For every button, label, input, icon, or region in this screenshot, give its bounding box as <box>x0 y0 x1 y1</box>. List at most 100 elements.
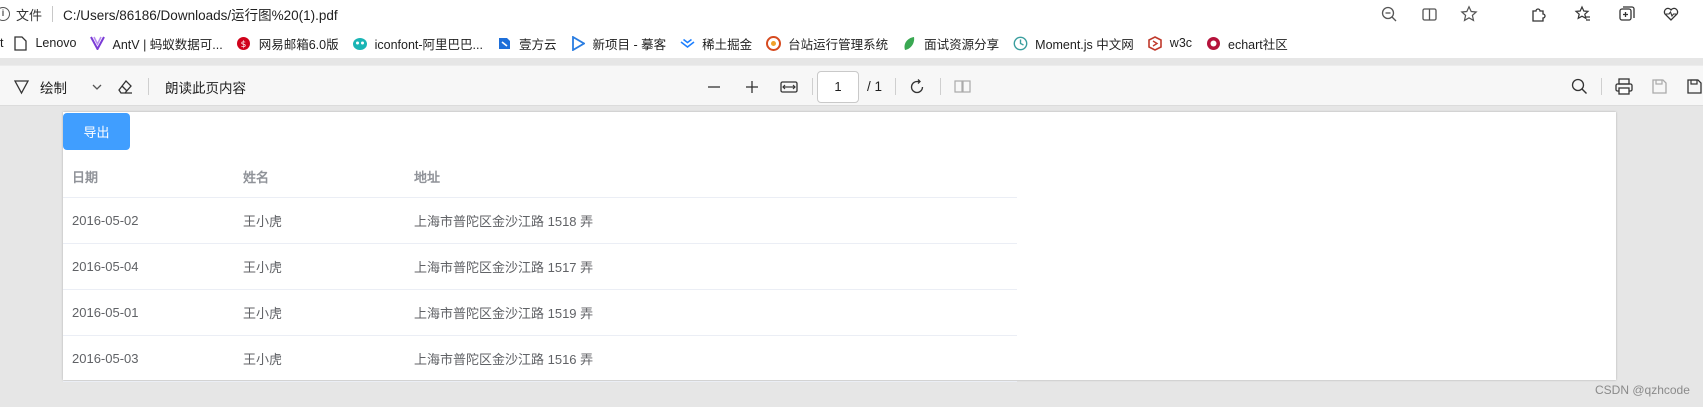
read-aloud-label: 朗读此页内容 <box>165 80 246 96</box>
url-field[interactable]: C:/Users/86186/Downloads/运行图%20(1).pdf <box>63 4 338 24</box>
bookmark-label: iconfont-阿里巴巴... <box>374 37 483 52</box>
pdf-page: 导出 日期 姓名 地址 2016-05-02 王小虎 上海市普陀区金沙江路 15… <box>63 112 1616 382</box>
save-icon <box>1652 79 1667 94</box>
bookmark-label: 网易邮箱6.0版 <box>258 37 339 52</box>
page-view-button[interactable] <box>954 66 971 107</box>
zoom-out-button[interactable] <box>707 66 721 107</box>
rotate-icon <box>910 78 924 93</box>
bookmark-label: 台站运行管理系统 <box>788 37 889 52</box>
cell-date: 2016-05-01 <box>63 289 234 336</box>
netease-mail-icon: $ <box>236 35 252 51</box>
leaf-logo-icon <box>901 35 917 51</box>
draw-options-dropdown[interactable] <box>88 66 106 107</box>
total-pages-label: / 1 <box>867 79 883 94</box>
favorites-icon[interactable] <box>1574 5 1592 23</box>
bookmark-5[interactable]: 新项目 - 摹客 <box>570 34 667 53</box>
print-icon <box>1615 78 1633 95</box>
browser-essentials-icon[interactable] <box>1662 5 1680 23</box>
column-header-name: 姓名 <box>234 156 405 198</box>
extensions-icon[interactable] <box>1530 5 1548 23</box>
bookmark-partial[interactable]: t <box>0 36 3 50</box>
watermark: CSDN @qzhcode <box>1595 383 1690 397</box>
plus-icon <box>746 80 758 93</box>
bookmark-0[interactable]: Lenovo <box>12 35 77 51</box>
page-number-value[interactable]: 1 <box>817 70 859 103</box>
draw-icon <box>12 78 30 96</box>
bookmark-4[interactable]: 壹方云 <box>496 34 557 53</box>
address-actions <box>1380 0 1478 28</box>
bookmark-8[interactable]: 面试资源分享 <box>901 34 999 53</box>
bookmark-label: AntV | 蚂蚁数据可... <box>112 37 223 52</box>
site-info-label: 文件 <box>16 7 43 23</box>
zoom-in-button[interactable] <box>745 66 759 107</box>
toolbar-divider <box>148 78 149 95</box>
browser-actions <box>1530 0 1680 28</box>
save-button[interactable] <box>1651 66 1668 107</box>
address-bar: i 文件 C:/Users/86186/Downloads/运行图%20(1).… <box>0 0 1703 28</box>
bookmark-label: Lenovo <box>35 36 77 50</box>
antv-logo-icon <box>90 35 106 51</box>
chevron-down-icon <box>88 78 106 96</box>
table-row: 2016-05-04 王小虎 上海市普陀区金沙江路 1517 弄 <box>63 243 1017 290</box>
toolbar-divider <box>895 78 896 95</box>
bookmark-9[interactable]: Moment.js 中文网 <box>1012 34 1134 53</box>
bookmark-2[interactable]: $ 网易邮箱6.0版 <box>236 34 339 53</box>
zoom-out-icon[interactable] <box>1380 5 1398 23</box>
cell-address: 上海市普陀区金沙江路 1518 弄 <box>405 197 1017 244</box>
info-icon: i <box>0 7 10 21</box>
bookmark-label: 新项目 - 摹客 <box>592 37 667 52</box>
bookmark-1[interactable]: AntV | 蚂蚁数据可... <box>90 34 223 53</box>
favorite-star-icon[interactable] <box>1460 5 1478 23</box>
cell-date: 2016-05-03 <box>63 335 234 382</box>
cell-address: 上海市普陀区金沙江路 1519 弄 <box>405 289 1017 336</box>
bookmark-11[interactable]: echart社区 <box>1205 34 1288 53</box>
cell-name: 王小虎 <box>234 289 405 336</box>
bookmark-3[interactable]: iconfont-阿里巴巴... <box>352 34 483 53</box>
immersive-reader-icon[interactable] <box>1420 5 1438 23</box>
collections-icon[interactable] <box>1618 5 1636 23</box>
fit-width-icon <box>780 80 798 93</box>
bookmark-label: Moment.js 中文网 <box>1035 37 1134 52</box>
site-info[interactable]: i 文件 <box>0 5 42 24</box>
pdf-toolbar: 绘制 朗读此页内容 1 / 1 <box>0 65 1703 106</box>
toolbar-divider <box>940 78 941 95</box>
juejin-logo-icon <box>679 35 695 51</box>
column-header-date: 日期 <box>63 156 234 198</box>
cell-address: 上海市普陀区金沙江路 1516 弄 <box>405 335 1017 382</box>
cell-name: 王小虎 <box>234 335 405 382</box>
table-row: 2016-05-03 王小虎 上海市普陀区金沙江路 1516 弄 <box>63 335 1017 382</box>
table-header-row: 日期 姓名 地址 <box>63 156 1017 198</box>
table-row: 2016-05-01 王小虎 上海市普陀区金沙江路 1519 弄 <box>63 289 1017 336</box>
iconfont-logo-icon <box>352 35 368 51</box>
bookmark-label: 稀土掘金 <box>702 37 753 52</box>
document-icon <box>12 35 28 51</box>
column-header-address: 地址 <box>405 156 1017 198</box>
draw-label: 绘制 <box>40 80 67 96</box>
bookmark-7[interactable]: 台站运行管理系统 <box>765 34 888 53</box>
draw-button[interactable]: 绘制 <box>12 66 67 107</box>
bookmark-10[interactable]: w3c <box>1147 35 1192 51</box>
bookmark-label: echart社区 <box>1228 37 1288 52</box>
bookmark-label: w3c <box>1169 36 1193 50</box>
search-icon <box>1571 78 1587 94</box>
save-as-button[interactable] <box>1686 66 1703 107</box>
print-button[interactable] <box>1615 66 1633 107</box>
minus-icon <box>708 85 720 88</box>
save-as-icon <box>1687 79 1702 94</box>
cloud-logo-icon <box>496 35 512 51</box>
export-button[interactable]: 导出 <box>63 113 130 150</box>
cell-address: 上海市普陀区金沙江路 1517 弄 <box>405 243 1017 290</box>
clock-logo-icon <box>1012 35 1028 51</box>
table-row: 2016-05-02 王小虎 上海市普陀区金沙江路 1518 弄 <box>63 197 1017 244</box>
total-pages: / 1 <box>867 66 882 107</box>
erase-button[interactable] <box>116 66 134 107</box>
fit-page-button[interactable] <box>780 66 798 107</box>
rotate-button[interactable] <box>908 66 926 107</box>
bookmark-6[interactable]: 稀土掘金 <box>679 34 752 53</box>
cell-name: 王小虎 <box>234 197 405 244</box>
read-aloud-button[interactable]: 朗读此页内容 <box>165 66 246 107</box>
find-button[interactable] <box>1571 66 1588 107</box>
bookmark-label: 面试资源分享 <box>924 37 1000 52</box>
page-number-input[interactable]: 1 <box>817 66 859 107</box>
swirl-logo-icon <box>765 35 781 51</box>
